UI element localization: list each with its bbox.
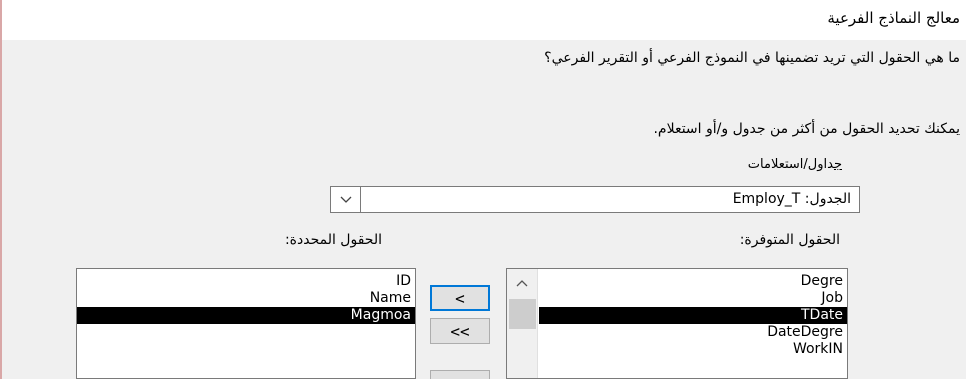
- hint-text: يمكنك تحديد الحقول من أكثر من جدول و/أو …: [653, 121, 960, 137]
- selected-fields-list[interactable]: ID Name Magmoa: [76, 268, 416, 379]
- selected-field-item[interactable]: ID: [77, 273, 415, 290]
- available-fields-rows: Degre Job TDate DateDegre WorkIN: [539, 273, 847, 358]
- add-field-button[interactable]: <: [430, 285, 490, 311]
- tables-queries-label-access-key: ج: [833, 157, 842, 172]
- selected-field-item[interactable]: Magmoa: [77, 307, 415, 324]
- window-edge: [0, 0, 2, 379]
- tables-queries-combo[interactable]: الجدول: Employ_T: [330, 186, 860, 213]
- wizard-header: معالج النماذج الفرعية: [2, 0, 966, 40]
- available-field-item[interactable]: DateDegre: [539, 324, 847, 341]
- selected-field-item[interactable]: Name: [77, 290, 415, 307]
- available-field-item[interactable]: Degre: [539, 273, 847, 290]
- tables-queries-label-rest: داول/استعلامات: [747, 157, 834, 172]
- remove-field-button[interactable]: [430, 370, 490, 379]
- tables-queries-combo-value: الجدول: Employ_T: [732, 191, 851, 207]
- scroll-up-button[interactable]: [507, 269, 537, 297]
- chevron-up-icon: [516, 280, 528, 287]
- available-field-item[interactable]: Job: [539, 290, 847, 307]
- available-field-item[interactable]: TDate: [539, 307, 847, 324]
- available-fields-scrollbar[interactable]: [507, 269, 538, 378]
- selected-fields-rows: ID Name Magmoa: [77, 273, 415, 324]
- combo-dropdown-button[interactable]: [331, 187, 361, 212]
- question-text: ما هي الحقول التي تريد تضمينها في النموذ…: [544, 50, 960, 66]
- tables-queries-label: جداول/استعلامات: [748, 157, 842, 172]
- add-all-fields-button[interactable]: <<: [430, 318, 490, 344]
- wizard-title: معالج النماذج الفرعية: [827, 9, 960, 27]
- available-fields-list[interactable]: Degre Job TDate DateDegre WorkIN: [506, 268, 848, 379]
- chevron-down-icon: [340, 196, 351, 203]
- selected-fields-label: الحقول المحددة:: [284, 232, 382, 248]
- scroll-thumb[interactable]: [509, 299, 536, 329]
- available-field-item[interactable]: WorkIN: [539, 341, 847, 358]
- available-fields-label: الحقول المتوفرة:: [739, 232, 840, 248]
